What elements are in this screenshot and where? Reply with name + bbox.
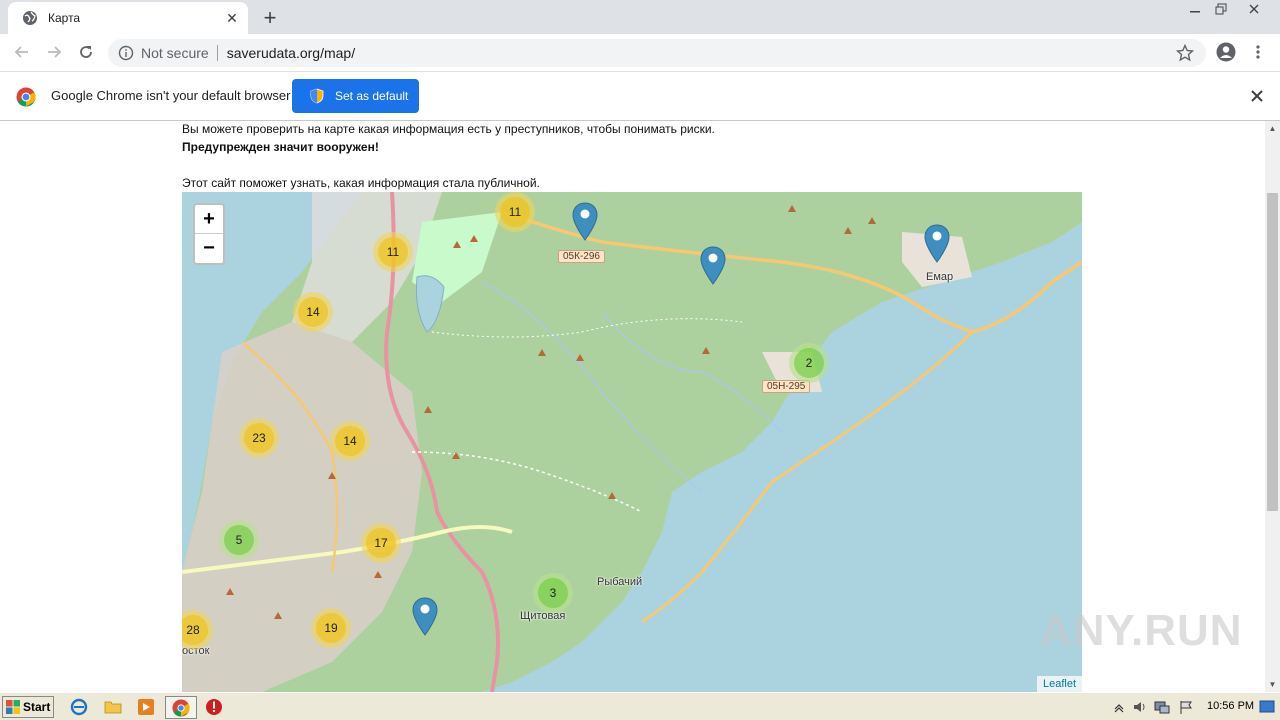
minimize-icon (1190, 11, 1200, 13)
address-bar[interactable]: Not secure saverudata.org/map/ (108, 39, 1206, 67)
cluster-count: 2 (794, 348, 824, 378)
intro-text: Вы можете проверить на карте какая инфор… (182, 122, 715, 136)
folder-icon[interactable] (104, 698, 122, 716)
scroll-up-icon[interactable]: ▲ (1265, 121, 1280, 136)
marker-cluster[interactable]: 5 (219, 520, 259, 560)
zoom-control: + − (193, 203, 225, 265)
forward-button[interactable] (42, 40, 66, 64)
cluster-count: 14 (335, 426, 365, 456)
cluster-count: 14 (298, 297, 328, 327)
marker-cluster[interactable]: 11 (373, 232, 413, 272)
map-pin-icon[interactable] (412, 597, 438, 637)
taskbar-clock: 10:56 PM (1207, 700, 1255, 712)
start-label: Start (23, 700, 51, 714)
kebab-menu-icon (1256, 45, 1260, 59)
map-pin-icon[interactable] (572, 202, 598, 242)
map-pin-icon[interactable] (924, 224, 950, 264)
account-icon (1216, 42, 1236, 62)
profile-button[interactable] (1214, 40, 1238, 64)
close-icon (1249, 4, 1259, 14)
taskbar: Start 10:56 PM (0, 692, 1280, 720)
marker-cluster[interactable]: 3 (533, 573, 573, 613)
description-text: Этот сайт поможет узнать, какая информац… (182, 176, 540, 190)
place-label: Емар (926, 271, 954, 283)
minimize-button[interactable] (1184, 0, 1206, 18)
windows-logo-icon (6, 700, 20, 714)
taskbar-chrome-button[interactable] (165, 696, 197, 719)
info-icon[interactable] (118, 45, 134, 61)
media-player-icon[interactable] (137, 698, 155, 716)
volume-icon[interactable] (1132, 699, 1148, 715)
cluster-count: 23 (244, 423, 274, 453)
reload-icon (80, 46, 92, 58)
default-browser-infobar: Google Chrome isn't your default browser… (0, 71, 1280, 121)
chrome-logo-icon (16, 87, 36, 107)
stop-sign-icon[interactable] (205, 698, 223, 716)
cluster-count: 17 (366, 528, 396, 558)
marker-cluster[interactable]: 2 (789, 343, 829, 383)
url-text[interactable]: saverudata.org/map/ (227, 45, 355, 61)
zoom-out-button[interactable]: − (195, 234, 223, 263)
map-attribution-link[interactable]: Leaflet (1036, 676, 1082, 692)
tray-expand-icon[interactable] (1112, 700, 1126, 714)
cluster-count: 11 (500, 197, 530, 227)
road-label: 05К-296 (558, 250, 605, 263)
cluster-count: 3 (538, 578, 568, 608)
scrollbar-thumb[interactable] (1267, 193, 1278, 511)
cluster-count: 11 (378, 237, 408, 267)
leaflet-map[interactable]: 05К-296 05Н-295 Емар Рыбачий Щитовая ост… (182, 192, 1082, 692)
network-icon[interactable] (1154, 699, 1170, 715)
globe-icon (23, 11, 37, 25)
shield-icon (310, 88, 324, 104)
chrome-icon (172, 699, 190, 717)
flag-icon[interactable] (1178, 699, 1194, 715)
cluster-count: 5 (224, 525, 254, 555)
map-pin-icon[interactable] (700, 246, 726, 286)
arrow-right-icon (48, 46, 62, 58)
menu-button[interactable] (1246, 40, 1270, 64)
marker-cluster[interactable]: 17 (361, 523, 401, 563)
start-button[interactable]: Start (2, 696, 54, 718)
marker-cluster[interactable]: 14 (330, 421, 370, 461)
reload-button[interactable] (74, 40, 98, 64)
new-tab-button[interactable]: + (258, 6, 282, 30)
slogan-text: Предупрежден значит вооружен! (182, 140, 379, 154)
watermark: ANY.RUN (1040, 606, 1243, 655)
set-as-default-label: Set as default (335, 89, 409, 103)
restore-button[interactable] (1210, 0, 1232, 18)
arrow-left-icon (14, 46, 28, 58)
marker-cluster[interactable]: 11 (495, 192, 535, 232)
marker-cluster[interactable]: 19 (311, 608, 351, 648)
marker-cluster[interactable]: 14 (293, 292, 333, 332)
show-desktop-icon[interactable] (1259, 700, 1275, 714)
infobar-message: Google Chrome isn't your default browser (51, 88, 291, 103)
tab-close-icon[interactable]: ✕ (222, 8, 242, 28)
scroll-down-icon[interactable]: ▼ (1265, 677, 1280, 692)
internet-explorer-icon[interactable] (70, 698, 88, 716)
tab-title: Карта (48, 11, 81, 25)
marker-cluster[interactable]: 23 (239, 418, 279, 458)
set-as-default-button[interactable]: Set as default (292, 79, 419, 113)
browser-toolbar: Not secure saverudata.org/map/ (0, 34, 1280, 71)
omnibox-divider (216, 45, 218, 61)
back-button[interactable] (10, 40, 34, 64)
infobar-close-icon[interactable] (1248, 87, 1266, 105)
security-label: Not secure (141, 45, 209, 61)
cluster-count: 19 (316, 613, 346, 643)
tab-map[interactable]: Карта ✕ (8, 2, 248, 34)
page-scrollbar[interactable]: ▲ ▼ (1265, 121, 1280, 692)
bookmark-star-icon[interactable] (1176, 44, 1194, 62)
place-label: Рыбачий (597, 576, 643, 588)
cluster-count: 28 (182, 615, 208, 645)
tab-strip: Карта ✕ + (0, 0, 1280, 34)
restore-icon (1215, 3, 1227, 15)
window-close-button[interactable] (1243, 0, 1265, 18)
zoom-in-button[interactable]: + (195, 205, 223, 234)
